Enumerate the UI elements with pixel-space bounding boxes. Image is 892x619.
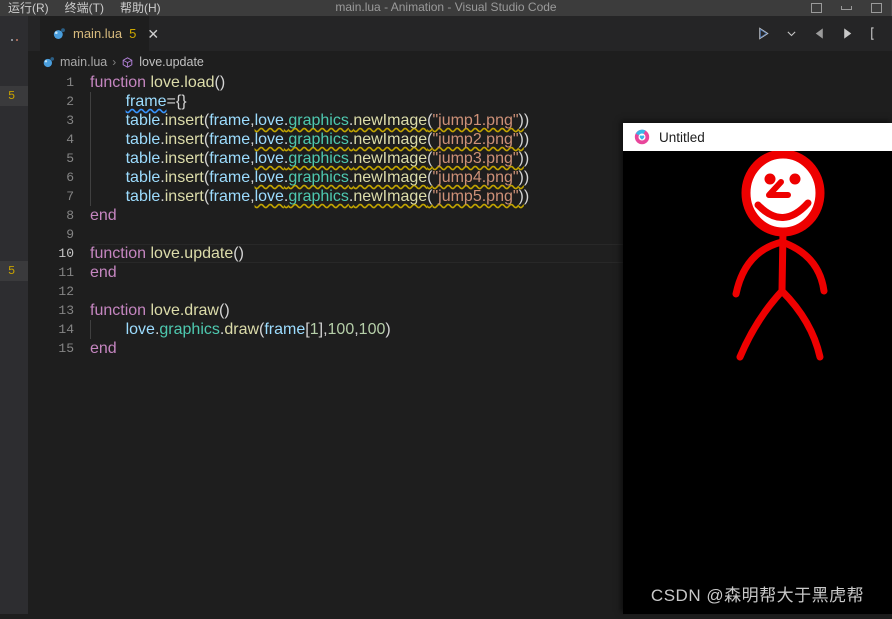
line-number: 1 [66,75,74,90]
line-number: 4 [66,132,74,147]
breadcrumb: main.lua › love.update [28,51,892,73]
chevron-down-icon [786,31,796,37]
code-line: function love.update() [90,245,244,262]
menu-item-terminal[interactable]: 终端(T) [57,0,112,16]
lua-file-icon [43,56,55,67]
line-number: 15 [58,341,74,356]
split-editor-button[interactable] [862,21,888,47]
code-line: end [90,207,117,224]
menu-item-help[interactable]: 帮助(H) [112,0,169,16]
play-icon [758,27,769,40]
love-title-bar: Untitled [623,123,892,151]
minimize-button[interactable] [801,0,831,16]
line-number: 6 [66,170,74,185]
navigate-forward-button[interactable] [834,21,860,47]
code-line: end [90,340,117,357]
code-line: table.insert(frame,love.graphics.newImag… [125,112,530,129]
symbol-method-icon [122,56,133,68]
code-line: table.insert(frame,love.graphics.newImag… [125,169,530,186]
overview-ruler-marker[interactable]: 5 [0,261,28,281]
overview-ruler-marker[interactable]: 5 [0,86,28,106]
line-number: 9 [66,227,74,242]
triangle-right-icon [843,28,851,39]
line-number: 3 [66,113,74,128]
line-number: 8 [66,208,74,223]
maximize-button[interactable] [831,0,861,16]
love-heart-icon [634,129,650,145]
code-line: frame={} [125,93,187,110]
line-number: 13 [58,303,74,318]
watermark: CSDN @森明帮大于黑虎帮 [650,586,865,605]
menu-item-run[interactable]: 运行(R) [0,0,57,16]
run-options-button[interactable] [778,21,804,47]
title-bar: main.lua - Animation - Visual Studio Cod… [0,0,892,16]
stick-figure [732,149,828,361]
lua-file-icon [53,27,65,39]
love-window-title: Untitled [659,129,705,145]
menu-bar: 运行(R) 终端(T) 帮助(H) [0,0,169,16]
activity-bar: 5 5 [0,16,28,614]
close-icon[interactable]: ✕ [147,27,159,41]
line-number: 12 [58,284,74,299]
tab-label: main.lua [73,26,123,41]
editor-actions [750,16,892,51]
code-line: table.insert(frame,love.graphics.newImag… [125,150,530,167]
navigate-back-button[interactable] [806,21,832,47]
line-number: 14 [58,322,74,337]
triangle-left-icon [815,28,823,39]
line-number: 2 [66,94,74,109]
line-number: 5 [66,151,74,166]
breadcrumb-symbol[interactable]: love.update [139,55,204,69]
breadcrumb-file[interactable]: main.lua [60,55,107,69]
run-button[interactable] [750,21,776,47]
line-number: 10 [58,246,74,261]
code-line: table.insert(frame,love.graphics.newImag… [125,131,530,148]
line-number: 11 [58,265,74,280]
tab-error-badge: 5 [129,26,137,41]
window-controls [801,0,892,16]
love-game-window[interactable]: Untitled CSDN @森明帮大于黑虎帮 [623,123,892,614]
love-canvas[interactable] [623,149,892,614]
line-number: 7 [66,189,74,204]
split-editor-icon [870,27,874,40]
ellipsis-icon[interactable] [6,32,22,48]
code-line: function love.load() [90,74,226,91]
code-line: end [90,264,117,281]
code-line: love.graphics.draw(frame[1],100,100) [125,321,391,338]
code-line: function love.draw() [90,302,230,319]
breadcrumb-separator: › [112,55,117,69]
close-button[interactable] [861,0,891,16]
code-line: table.insert(frame,love.graphics.newImag… [125,188,530,205]
tab-main-lua[interactable]: main.lua 5 ✕ [40,16,159,51]
